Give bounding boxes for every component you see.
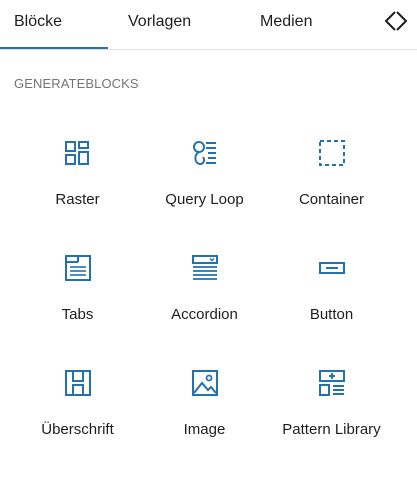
accordion-icon [191, 255, 218, 280]
block-label: Pattern Library [282, 421, 381, 438]
block-label: Raster [55, 191, 100, 208]
block-tabs[interactable]: Tabs [14, 229, 141, 344]
block-grid: Raster Query Loop Container Tabs Accordi… [14, 114, 397, 459]
active-tab-indicator [0, 47, 108, 49]
pattern-library-icon [318, 370, 345, 396]
block-label: Accordion [171, 306, 238, 323]
tabs-icon [64, 255, 91, 281]
block-container[interactable]: Container [268, 114, 395, 229]
block-label: Tabs [61, 306, 94, 323]
block-heading[interactable]: Überschrift [14, 344, 141, 459]
container-icon [318, 140, 345, 166]
block-label: Button [309, 306, 354, 323]
tab-vorlagen[interactable]: Vorlagen [128, 0, 191, 49]
block-button[interactable]: Button [268, 229, 395, 344]
tab-bloecke[interactable]: Blöcke [14, 0, 62, 49]
heading-icon [64, 370, 91, 396]
query-loop-icon [192, 141, 216, 166]
block-raster[interactable]: Raster [14, 114, 141, 229]
collapse-button[interactable] [380, 6, 412, 38]
block-label: Query Loop [165, 191, 244, 208]
block-image[interactable]: Image [141, 344, 268, 459]
image-icon [191, 370, 218, 396]
block-label: Überschrift [41, 421, 114, 438]
chevrons-collapse-icon [384, 11, 408, 31]
button-icon [318, 262, 345, 274]
block-accordion[interactable]: Accordion [141, 229, 268, 344]
block-label: Image [183, 421, 226, 438]
block-query-loop[interactable]: Query Loop [141, 114, 268, 229]
block-pattern-library[interactable]: Pattern Library [268, 344, 395, 459]
section-heading: GENERATEBLOCKS [14, 76, 139, 91]
block-label: Container [298, 191, 365, 208]
inserter-tabs: Blöcke Vorlagen Medien [0, 0, 417, 50]
grid-icon [64, 141, 89, 165]
tab-medien[interactable]: Medien [260, 0, 312, 49]
block-inserter-panel: Blöcke Vorlagen Medien GENERATEBLOCKS Ra… [0, 0, 417, 493]
